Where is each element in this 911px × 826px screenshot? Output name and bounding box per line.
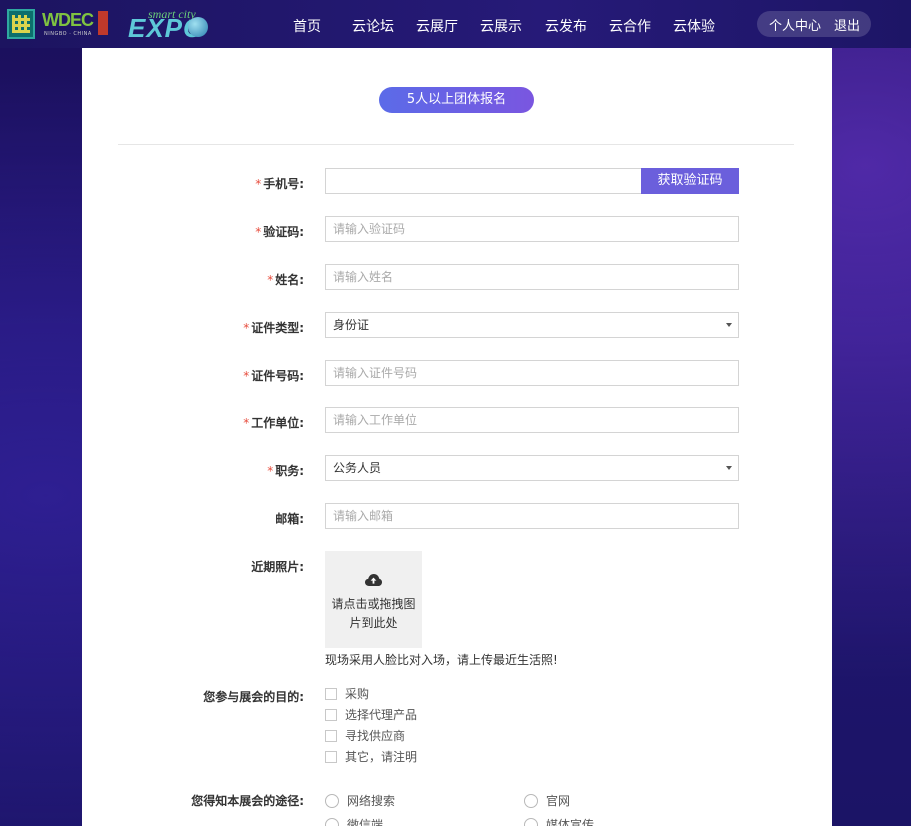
phone-label: * 手机号: — [255, 177, 304, 191]
email-label: 邮箱: — [275, 512, 304, 526]
nav-home[interactable]: 首页 — [293, 16, 321, 36]
required-mark: * — [267, 464, 274, 478]
photo-label: 近期照片: — [251, 560, 304, 574]
option-label: 网络搜索 — [347, 794, 396, 808]
top-navigation-bar: WDEC NINGBO · CHINA smart city EXPO 首页 云… — [0, 0, 911, 48]
wdec-logo-tag — [98, 11, 108, 35]
upload-text: 请点击或拖拽图片到此处 — [331, 597, 416, 630]
name-field[interactable]: 请输入姓名 — [325, 264, 739, 290]
chevron-down-icon — [726, 323, 732, 327]
nav-cloud-hall[interactable]: 云展厅 — [416, 16, 458, 36]
user-menu: 个人中心 退出 — [757, 11, 871, 37]
logo-pattern-icon — [12, 15, 30, 33]
required-mark: * — [243, 369, 250, 383]
id-number-field[interactable]: 请输入证件号码 — [325, 360, 739, 386]
checkbox[interactable] — [325, 688, 337, 700]
wdec-logo[interactable]: WDEC NINGBO · CHINA — [42, 9, 108, 39]
required-mark: * — [267, 273, 274, 287]
employer-field[interactable]: 请输入工作单位 — [325, 407, 739, 433]
nav-cloud-forum[interactable]: 云论坛 — [352, 16, 394, 36]
purpose-option-supplier[interactable]: 寻找供应商 — [325, 727, 405, 744]
divider — [118, 144, 794, 145]
option-label: 微信端 — [347, 818, 384, 826]
position-value: 公务人员 — [333, 461, 382, 475]
cloud-upload-icon — [365, 574, 382, 586]
chevron-down-icon — [726, 466, 732, 470]
required-mark: * — [255, 225, 262, 239]
city-logo[interactable] — [7, 9, 35, 39]
id-type-label: * 证件类型: — [243, 321, 304, 335]
expo-logo[interactable]: smart city EXPO — [128, 7, 208, 41]
option-label: 其它，请注明 — [345, 750, 418, 764]
source-option-website[interactable]: 官网 — [524, 792, 570, 809]
purpose-label: 您参与展会的目的: — [203, 690, 304, 704]
required-mark: * — [243, 321, 250, 335]
phone-field[interactable] — [325, 168, 642, 194]
radio-button[interactable] — [524, 818, 538, 826]
user-center-link[interactable]: 个人中心 — [769, 15, 821, 34]
id-type-value: 身份证 — [333, 318, 370, 332]
purpose-option-agency[interactable]: 选择代理产品 — [325, 706, 417, 723]
nav-cloud-cooperation[interactable]: 云合作 — [609, 16, 651, 36]
source-option-wechat[interactable]: 微信端 — [325, 816, 383, 826]
required-mark: * — [255, 177, 262, 191]
radio-button[interactable] — [325, 794, 339, 808]
registration-panel: 5人以上团体报名 * 手机号: 获取验证码 * 验证码: 请输入验证码 * 姓名: 请… — [82, 48, 832, 826]
option-label: 寻找供应商 — [345, 729, 406, 743]
nav-cloud-release[interactable]: 云发布 — [545, 16, 587, 36]
code-field[interactable]: 请输入验证码 — [325, 216, 739, 242]
source-label: 您得知本展会的途径: — [191, 794, 304, 808]
id-number-label: * 证件号码: — [243, 369, 304, 383]
option-label: 选择代理产品 — [345, 708, 418, 722]
radio-button[interactable] — [524, 794, 538, 808]
option-label: 媒体宣传 — [546, 818, 595, 826]
get-code-button[interactable]: 获取验证码 — [641, 168, 739, 194]
position-select[interactable]: 公务人员 — [325, 455, 739, 481]
id-type-select[interactable]: 身份证 — [325, 312, 739, 338]
name-label: * 姓名: — [267, 273, 304, 287]
globe-icon — [188, 17, 208, 37]
nav-cloud-experience[interactable]: 云体验 — [673, 16, 715, 36]
wdec-logo-text: WDEC — [42, 10, 94, 30]
wdec-logo-subtitle: NINGBO · CHINA — [44, 31, 92, 37]
purpose-option-purchase[interactable]: 采购 — [325, 685, 369, 702]
code-label: * 验证码: — [255, 225, 304, 239]
photo-hint: 现场采用人脸比对入场，请上传最近生活照! — [325, 653, 558, 667]
checkbox[interactable] — [325, 730, 337, 742]
position-label: * 职务: — [267, 464, 304, 478]
source-option-media[interactable]: 媒体宣传 — [524, 816, 594, 826]
option-label: 采购 — [345, 687, 370, 701]
nav-cloud-display[interactable]: 云展示 — [480, 16, 522, 36]
purpose-option-other[interactable]: 其它，请注明 — [325, 748, 417, 765]
checkbox[interactable] — [325, 709, 337, 721]
logout-link[interactable]: 退出 — [834, 15, 860, 34]
photo-upload-area[interactable]: 请点击或拖拽图片到此处 — [325, 551, 422, 648]
checkbox[interactable] — [325, 751, 337, 763]
required-mark: * — [243, 416, 250, 430]
option-label: 官网 — [546, 794, 571, 808]
radio-button[interactable] — [325, 818, 339, 826]
group-registration-tab[interactable]: 5人以上团体报名 — [379, 87, 534, 113]
email-field[interactable]: 请输入邮箱 — [325, 503, 739, 529]
employer-label: * 工作单位: — [243, 416, 304, 430]
source-option-search[interactable]: 网络搜索 — [325, 792, 395, 809]
